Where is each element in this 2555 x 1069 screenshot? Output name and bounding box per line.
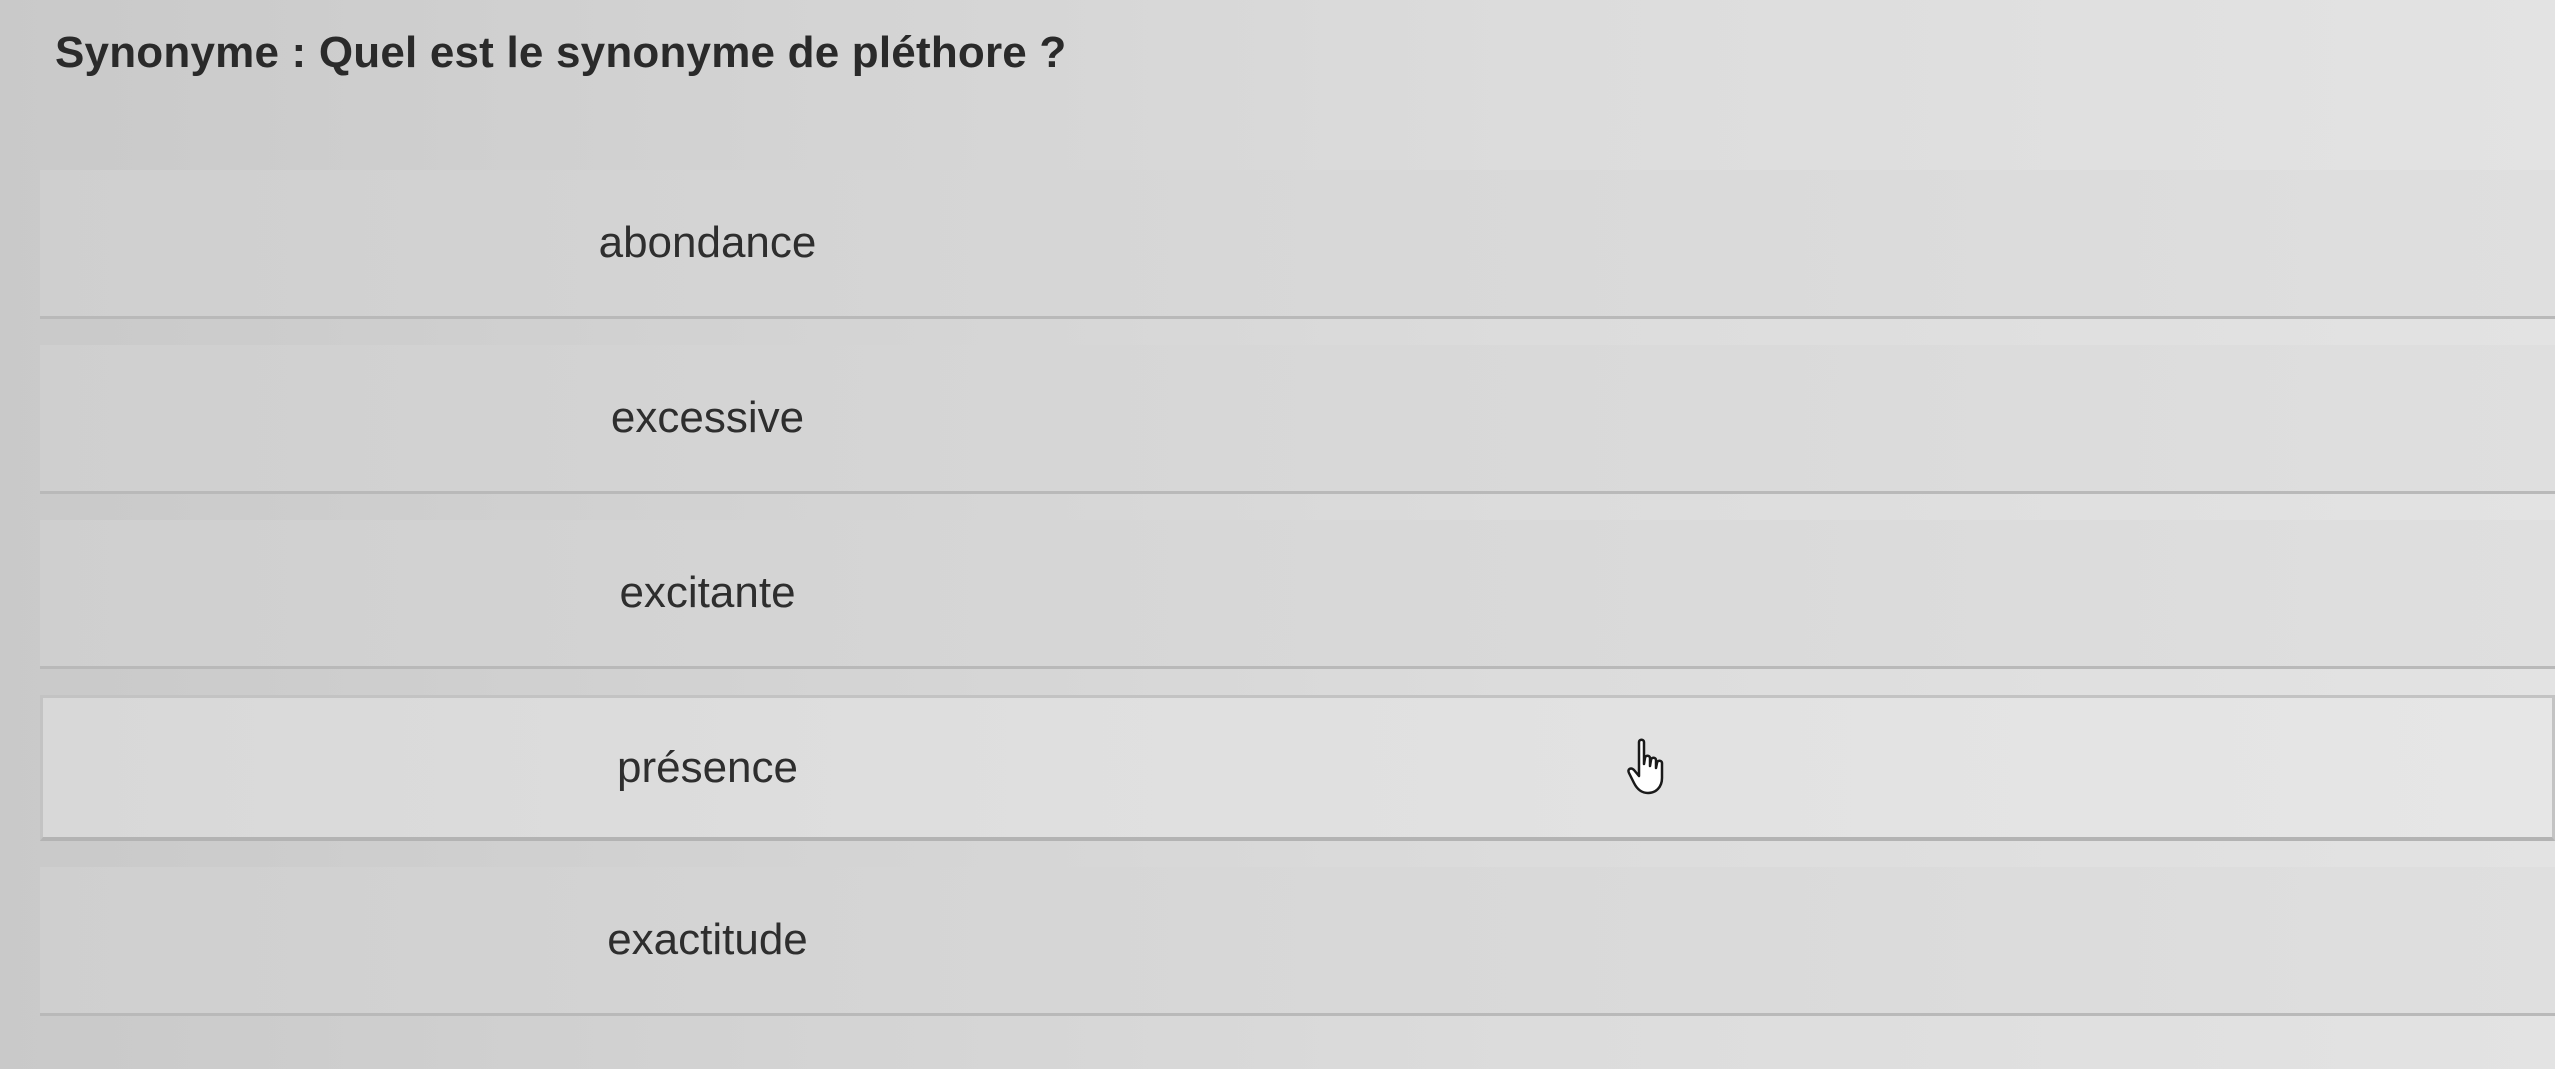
option-excitante[interactable]: excitante [40, 520, 2555, 669]
option-abondance[interactable]: abondance [40, 170, 2555, 319]
option-label: présence [616, 742, 798, 792]
option-presence[interactable]: présence [40, 695, 2555, 841]
option-excessive[interactable]: excessive [40, 345, 2555, 494]
option-label: abondance [598, 218, 817, 267]
option-label: excitante [619, 568, 796, 617]
option-label: exactitude [607, 915, 808, 964]
question-text: Synonyme : Quel est le synonyme de pléth… [55, 28, 1067, 77]
option-exactitude[interactable]: exactitude [40, 867, 2555, 1016]
option-label: excessive [610, 393, 805, 442]
answer-options: abondance excessive excitante présence e… [40, 170, 2555, 1042]
hand-pointer-icon [1627, 738, 1664, 795]
